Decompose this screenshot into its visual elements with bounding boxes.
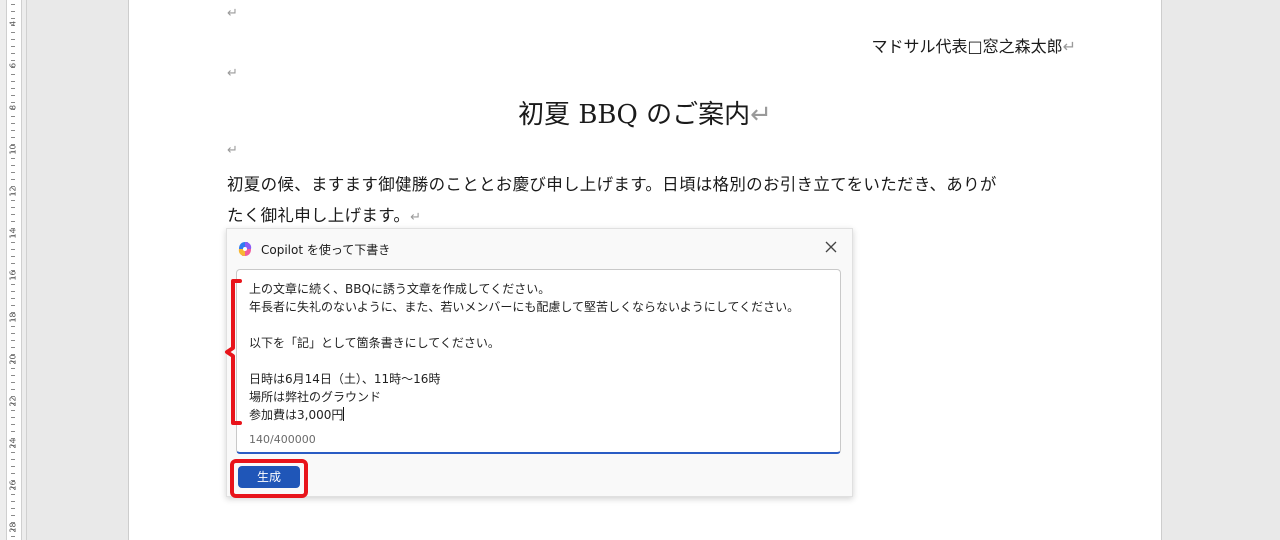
ruler-tick — [11, 424, 15, 425]
ruler-number: 18 — [8, 312, 18, 323]
red-bracket-annotation — [225, 279, 242, 425]
copilot-draft-dialog: Copilot を使って下書き 上の文章に続く、BBQに誘う文章を作成してくださ… — [226, 228, 853, 497]
ruler-tick — [11, 221, 15, 222]
ruler-tick — [11, 32, 15, 33]
ruler-number: 22 — [8, 396, 18, 407]
paragraph-mark: ↵ — [227, 66, 238, 81]
ruler-tick — [11, 494, 15, 495]
ruler-tick — [11, 326, 15, 327]
ruler-tick — [11, 207, 15, 208]
ruler-tick — [11, 466, 15, 467]
ruler-tick — [11, 137, 15, 138]
ruler-tick — [11, 179, 15, 180]
ruler-tick — [11, 417, 15, 418]
generate-button-highlight — [230, 459, 308, 498]
ruler-tick — [11, 242, 15, 243]
ruler-tick — [11, 81, 15, 82]
ruler-tick — [11, 158, 15, 159]
prompt-input[interactable]: 上の文章に続く、BBQに誘う文章を作成してください。 年長者に失礼のないように、… — [236, 269, 841, 454]
ruler-tick — [11, 95, 15, 96]
ruler-tick — [11, 389, 15, 390]
close-glyph-icon — [825, 241, 837, 253]
ruler-tick — [11, 459, 15, 460]
ruler-tick — [11, 263, 15, 264]
ruler-tick — [11, 256, 15, 257]
paragraph-mark: ↵ — [227, 143, 238, 158]
ruler-tick — [11, 508, 15, 509]
paragraph-mark: ↵ — [410, 210, 422, 225]
prompt-line: 参加費は3,000円 — [249, 408, 344, 422]
ruler-number: 10 — [8, 144, 18, 155]
text-caret — [343, 407, 345, 421]
ruler-tick — [11, 305, 15, 306]
ruler-tick — [11, 340, 15, 341]
character-counter: 140/400000 — [249, 433, 316, 446]
paragraph-mark: ↵ — [750, 100, 772, 130]
paragraph-mark: ↵ — [227, 6, 238, 21]
body-text-line-1: 初夏の候、ますます御健勝のこととお慶び申し上げます。日頃は格別のお引き立てをいた… — [227, 175, 997, 194]
signature-text: マドサル代表□窓之森太郎 — [871, 37, 1063, 56]
ruler-tick — [11, 249, 15, 250]
body-text-line-2-text: たく御礼申し上げます。 — [227, 206, 411, 225]
prompt-line: 上の文章に続く、BBQに誘う文章を作成してください。 — [249, 282, 551, 296]
ruler-tick — [11, 116, 15, 117]
ruler-tick — [11, 39, 15, 40]
ruler-number: 8 — [8, 104, 18, 111]
paragraph-mark: ↵ — [1062, 37, 1076, 56]
ruler-number: 16 — [8, 270, 18, 281]
close-icon[interactable] — [820, 237, 842, 259]
ruler-tick — [11, 452, 15, 453]
ruler-number: 12 — [8, 186, 18, 197]
prompt-line: 以下を「記」として箇条書きにしてください。 — [249, 336, 500, 350]
title-text: 初夏 BBQ のご案内 — [518, 100, 751, 130]
ruler-number: 20 — [8, 354, 18, 365]
ruler-tick — [11, 123, 15, 124]
ruler-tick — [11, 46, 15, 47]
ruler-tick — [11, 410, 15, 411]
document-title: 初夏 BBQ のご案内↵ — [129, 94, 1161, 131]
ruler-number: 14 — [8, 228, 18, 239]
ruler-tick — [11, 284, 15, 285]
ruler-tick — [11, 382, 15, 383]
ruler-tick — [11, 375, 15, 376]
ruler-number: 24 — [8, 438, 18, 449]
ruler-tick — [11, 88, 15, 89]
prompt-line-last: 参加費は3,000円 — [249, 406, 834, 424]
prompt-line: 年長者に失礼のないように、また、若いメンバーにも配慮して堅苦しくならないようにし… — [249, 300, 800, 314]
ruler-tick — [11, 74, 15, 75]
prompt-line: 日時は6月14日（土）、11時～16時 — [249, 372, 441, 386]
ruler-number: 26 — [8, 480, 18, 491]
ruler-tick — [11, 165, 15, 166]
ruler-tick — [11, 291, 15, 292]
ruler-tick — [11, 515, 15, 516]
ruler-tick — [11, 172, 15, 173]
ruler-tick — [11, 200, 15, 201]
ruler-number: 28 — [8, 522, 18, 533]
body-text-line-2: たく御礼申し上げます。↵ — [227, 202, 421, 226]
ruler-tick — [11, 347, 15, 348]
copilot-logo-icon — [238, 242, 252, 256]
ruler-tick — [11, 501, 15, 502]
vertical-ruler: 4 6 8 10 12 14 16 18 20 22 24 26 28 — [0, 0, 27, 540]
dialog-title: Copilot を使って下書き — [261, 243, 391, 257]
ruler-tick — [11, 4, 15, 5]
ruler-tick — [11, 431, 15, 432]
prompt-line: 場所は弊社のグラウンド — [249, 390, 382, 404]
prompt-text[interactable]: 上の文章に続く、BBQに誘う文章を作成してください。 年長者に失礼のないように、… — [249, 280, 834, 424]
prompt-line — [249, 352, 834, 370]
ruler-tick — [11, 473, 15, 474]
ruler-tick — [11, 536, 15, 537]
ruler-tick — [11, 368, 15, 369]
ruler-number: 6 — [8, 62, 18, 69]
ruler-tick — [11, 214, 15, 215]
ruler-tick — [11, 333, 15, 334]
prompt-line — [249, 316, 834, 334]
ruler-tick — [11, 53, 15, 54]
ruler-tick — [11, 298, 15, 299]
ruler-tick — [11, 11, 15, 12]
ruler-tick — [11, 130, 15, 131]
ruler-number: 4 — [8, 20, 18, 27]
signature-line: マドサル代表□窓之森太郎↵ — [871, 33, 1076, 57]
